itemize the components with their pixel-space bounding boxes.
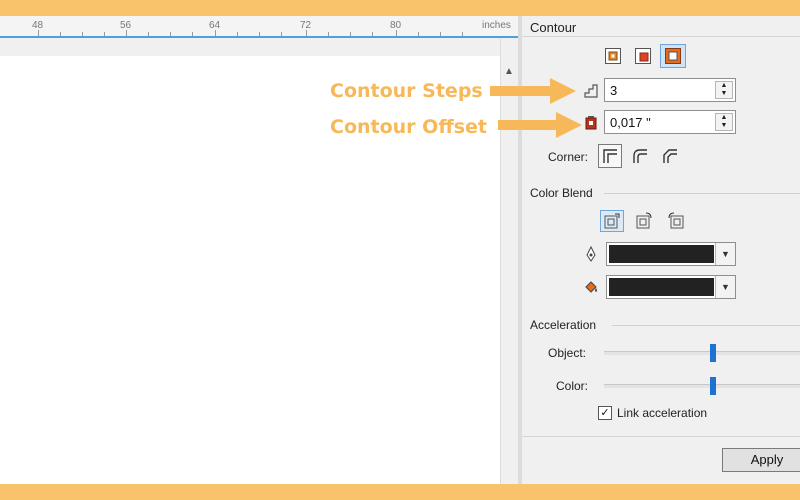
color-acceleration-label: Color: — [556, 379, 589, 393]
ruler-tick — [170, 32, 171, 36]
fill-bucket-icon — [582, 278, 600, 296]
clockwise-color-blend-button[interactable] — [632, 210, 656, 232]
ruler-tick — [281, 32, 282, 36]
mitered-corner-icon — [603, 149, 617, 163]
object-slider-thumb[interactable] — [710, 344, 717, 362]
counterclockwise-color-blend-button[interactable] — [664, 210, 688, 232]
horizontal-ruler: 48 56 64 72 80 inches — [0, 16, 518, 38]
ruler-tick — [418, 32, 419, 36]
ruler-tick — [192, 32, 193, 36]
ruler-tick — [82, 32, 83, 36]
ruler-label: 64 — [209, 20, 221, 31]
ruler-tick — [440, 32, 441, 36]
color-acceleration-slider[interactable] — [604, 377, 800, 395]
bevel-corner-icon — [663, 149, 677, 163]
contour-offset-arrow-icon — [498, 112, 582, 138]
fill-color-swatch — [609, 278, 714, 296]
ruler-tick — [328, 32, 329, 36]
spin-down-icon[interactable]: ▼ — [716, 90, 732, 98]
clockwise-color-blend-icon — [636, 212, 652, 229]
offset-spinner[interactable]: ▲ ▼ — [715, 113, 733, 131]
counterclockwise-color-blend-icon — [668, 212, 684, 229]
outline-color-swatch — [609, 245, 714, 263]
panel-title: Contour — [530, 20, 577, 35]
section-divider — [604, 193, 800, 194]
mitered-corner-button[interactable] — [598, 144, 622, 168]
ruler-label: 72 — [300, 20, 312, 31]
contour-offset-value: 0,017 " — [610, 115, 651, 130]
ruler-tick — [462, 32, 463, 36]
app-frame: 48 56 64 72 80 inches ▲ Contour 3 ▲ ▼ 0,… — [0, 16, 800, 484]
contour-steps-field[interactable]: 3 ▲ ▼ — [604, 78, 736, 102]
ruler-label: 80 — [390, 20, 402, 31]
contour-offset-annotation: Contour Offset — [330, 116, 487, 138]
spin-down-icon[interactable]: ▼ — [716, 122, 732, 130]
outline-pen-icon — [582, 245, 600, 263]
title-divider — [522, 36, 800, 37]
contour-outside-icon — [665, 48, 681, 64]
corner-label: Corner: — [548, 150, 589, 164]
ruler-tick — [148, 32, 149, 36]
contour-to-center-button[interactable] — [600, 44, 626, 68]
contour-inside-icon — [635, 48, 651, 64]
chevron-down-icon[interactable]: ▼ — [715, 276, 735, 298]
spin-up-icon[interactable]: ▲ — [716, 114, 732, 122]
ruler-tick — [259, 32, 260, 36]
ruler-tick — [372, 32, 373, 36]
object-acceleration-label: Object: — [548, 346, 587, 360]
ruler-units: inches — [482, 20, 511, 31]
color-slider-thumb[interactable] — [710, 377, 717, 395]
steps-spinner[interactable]: ▲ ▼ — [715, 81, 733, 99]
fill-color-dropdown[interactable]: ▼ — [606, 275, 736, 299]
round-corner-button[interactable] — [628, 144, 652, 168]
ruler-tick — [60, 32, 61, 36]
link-acceleration-checkbox[interactable]: ✓ — [598, 406, 612, 420]
link-acceleration-label: Link acceleration — [617, 406, 708, 420]
chevron-down-icon[interactable]: ▼ — [715, 243, 735, 265]
ruler-label: 48 — [32, 20, 44, 31]
contour-offset-field[interactable]: 0,017 " ▲ ▼ — [604, 110, 736, 134]
contour-mode-group — [600, 44, 686, 68]
section-divider — [612, 325, 800, 326]
checkmark-icon: ✓ — [600, 407, 610, 419]
contour-steps-arrow-icon — [490, 78, 576, 104]
acceleration-label: Acceleration — [530, 318, 597, 332]
ruler-label: 56 — [120, 20, 132, 31]
apply-button[interactable]: Apply — [722, 448, 800, 472]
contour-steps-annotation: Contour Steps — [330, 80, 483, 102]
contour-inside-button[interactable] — [630, 44, 656, 68]
ruler-tick — [350, 32, 351, 36]
ruler-tick — [104, 32, 105, 36]
color-blend-label: Color Blend — [530, 186, 593, 200]
footer-divider — [522, 436, 800, 437]
linear-color-blend-button[interactable] — [600, 210, 624, 232]
outline-color-dropdown[interactable]: ▼ — [606, 242, 736, 266]
contour-outside-button[interactable] — [660, 44, 686, 68]
linear-color-blend-icon — [604, 213, 620, 229]
corner-group — [598, 144, 682, 168]
object-acceleration-slider[interactable] — [604, 344, 800, 362]
round-corner-icon — [633, 149, 647, 163]
spin-up-icon[interactable]: ▲ — [716, 82, 732, 90]
contour-steps-icon — [582, 82, 600, 100]
color-blend-group — [600, 210, 688, 232]
contour-steps-value: 3 — [610, 83, 618, 98]
bevel-corner-button[interactable] — [658, 144, 682, 168]
contour-to-center-icon — [605, 48, 621, 64]
ruler-tick — [237, 32, 238, 36]
